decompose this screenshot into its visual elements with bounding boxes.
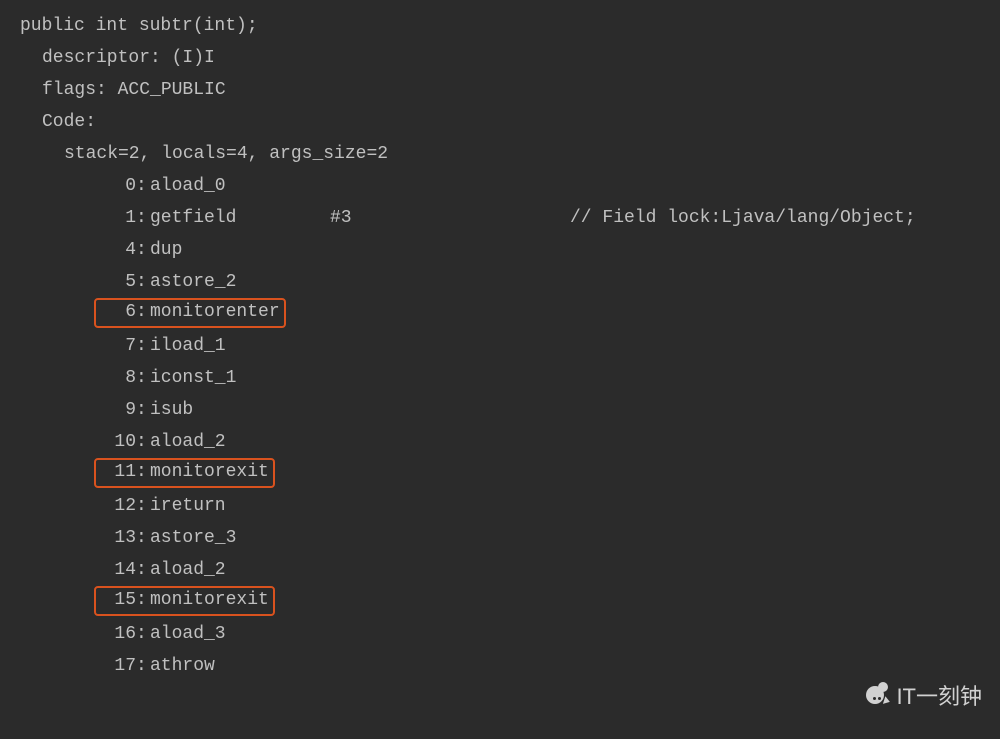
- watermark: IT一刻钟: [864, 679, 982, 711]
- bytecode-offset: 7: [98, 330, 136, 362]
- bytecode-line: 4: dup: [20, 234, 980, 266]
- colon: :: [136, 460, 150, 484]
- bytecode-line: 5: astore_2: [20, 266, 980, 298]
- bytecode-offset: 10: [98, 426, 136, 458]
- bytecode-line: 11: monitorexit: [20, 458, 980, 490]
- code-header-line: public int subtr(int);: [20, 10, 980, 42]
- colon: :: [136, 300, 150, 324]
- colon: :: [136, 588, 150, 612]
- colon: :: [136, 650, 150, 682]
- code-header-line: flags: ACC_PUBLIC: [20, 74, 980, 106]
- bytecode-line: 13: astore_3: [20, 522, 980, 554]
- bytecode-opcode: ireturn: [150, 490, 226, 522]
- colon: :: [136, 170, 150, 202]
- bytecode-arg: #3: [330, 202, 352, 234]
- bytecode-offset: 0: [98, 170, 136, 202]
- bytecode-offset: 12: [98, 490, 136, 522]
- bytecode-offset: 16: [98, 618, 136, 650]
- wechat-icon: [864, 682, 890, 708]
- watermark-text: IT一刻钟: [896, 679, 982, 711]
- colon: :: [136, 522, 150, 554]
- bytecode-line: 7: iload_1: [20, 330, 980, 362]
- colon: :: [136, 394, 150, 426]
- code-header-text: stack=2, locals=4, args_size=2: [64, 144, 388, 164]
- bytecode-opcode: aload_0: [150, 170, 226, 202]
- bytecode-line: 16: aload_3: [20, 618, 980, 650]
- code-header-line: stack=2, locals=4, args_size=2: [20, 138, 980, 170]
- bytecode-opcode: monitorexit: [150, 460, 269, 484]
- code-header-text: descriptor: (I)I: [42, 48, 215, 68]
- colon: :: [136, 202, 150, 234]
- bytecode-line: 8: iconst_1: [20, 362, 980, 394]
- code-header-text: flags: ACC_PUBLIC: [42, 80, 226, 100]
- bytecode-offset: 5: [98, 266, 136, 298]
- colon: :: [136, 618, 150, 650]
- bytecode-offset: 17: [98, 650, 136, 682]
- bytecode-opcode: aload_2: [150, 426, 226, 458]
- colon: :: [136, 330, 150, 362]
- bytecode-opcode: dup: [150, 234, 182, 266]
- bytecode-line: 12: ireturn: [20, 490, 980, 522]
- bytecode-offset: 15: [98, 588, 136, 612]
- colon: :: [136, 554, 150, 586]
- bytecode-offset: 4: [98, 234, 136, 266]
- colon: :: [136, 490, 150, 522]
- bytecode-line: 6: monitorenter: [20, 298, 980, 330]
- bytecode-opcode: iconst_1: [150, 362, 236, 394]
- bytecode-offset: 13: [98, 522, 136, 554]
- bytecode-opcode: aload_3: [150, 618, 226, 650]
- colon: :: [136, 362, 150, 394]
- colon: :: [136, 234, 150, 266]
- bytecode-line: 17: athrow: [20, 650, 980, 682]
- code-header-line: descriptor: (I)I: [20, 42, 980, 74]
- bytecode-line: 0: aload_0: [20, 170, 980, 202]
- bytecode-line: 15: monitorexit: [20, 586, 980, 618]
- bytecode-line: 14: aload_2: [20, 554, 980, 586]
- bytecode-opcode: monitorenter: [150, 300, 280, 324]
- highlight-box: 6: monitorenter: [94, 298, 286, 328]
- bytecode-offset: 14: [98, 554, 136, 586]
- bytecode-opcode: getfield: [150, 202, 236, 234]
- bytecode-line: 1: getfield #3 // Field lock:Ljava/lang/Ob…: [20, 202, 980, 234]
- bytecode-offset: 8: [98, 362, 136, 394]
- bytecode-opcode: iload_1: [150, 330, 226, 362]
- bytecode-opcode: astore_2: [150, 266, 236, 298]
- bytecode-offset: 6: [98, 300, 136, 324]
- highlight-box: 15: monitorexit: [94, 586, 275, 616]
- bytecode-line: 9: isub: [20, 394, 980, 426]
- bytecode-listing: public int subtr(int); descriptor: (I)I fl…: [0, 0, 1000, 692]
- bytecode-opcode: monitorexit: [150, 588, 269, 612]
- bytecode-opcode: isub: [150, 394, 193, 426]
- bytecode-opcode: athrow: [150, 650, 215, 682]
- colon: :: [136, 426, 150, 458]
- bytecode-line: 10: aload_2: [20, 426, 980, 458]
- colon: :: [136, 266, 150, 298]
- bytecode-offset: 1: [98, 202, 136, 234]
- bytecode-offset: 9: [98, 394, 136, 426]
- code-header-line: Code:: [20, 106, 980, 138]
- code-header-text: public int subtr(int);: [20, 16, 258, 36]
- bytecode-opcode: astore_3: [150, 522, 236, 554]
- highlight-box: 11: monitorexit: [94, 458, 275, 488]
- code-header-text: Code:: [42, 112, 96, 132]
- bytecode-opcode: aload_2: [150, 554, 226, 586]
- bytecode-offset: 11: [98, 460, 136, 484]
- bytecode-comment: // Field lock:Ljava/lang/Object;: [570, 202, 916, 234]
